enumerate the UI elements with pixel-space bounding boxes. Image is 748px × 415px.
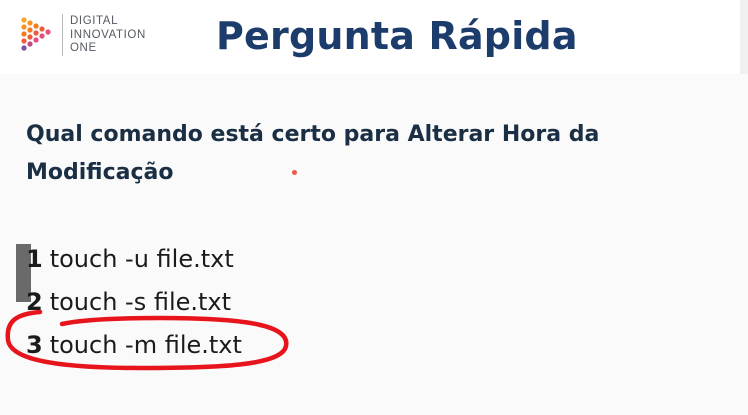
logo-dots-icon xyxy=(21,17,51,51)
option-text: touch -u file.txt xyxy=(49,245,234,273)
laser-pointer-dot xyxy=(292,170,297,175)
question-text: Qual comando está certo para Alterar Hor… xyxy=(26,122,600,185)
option-text: touch -m file.txt xyxy=(49,331,242,359)
option-number: 1 xyxy=(26,245,43,273)
answer-option-1: 1 touch -u file.txt xyxy=(26,238,242,281)
logo-divider xyxy=(62,14,63,56)
answer-options: 1 touch -u file.txt 2 touch -s file.txt 3t… xyxy=(26,238,242,367)
slide: DIGITAL INNOVATION ONE Pergunta Rápida Q… xyxy=(0,0,748,415)
slide-title: Pergunta Rápida xyxy=(216,14,578,58)
option-number: 3 xyxy=(26,331,43,359)
option-text: touch -s file.txt xyxy=(49,288,232,316)
answer-option-3: 3 touch -m file.txt xyxy=(26,324,242,367)
answer-option-2: 2 touch -s file.txt xyxy=(26,281,242,324)
option-number: 2 xyxy=(26,288,43,316)
logo-wordmark: DIGITAL INNOVATION ONE xyxy=(70,15,146,56)
slide-header: DIGITAL INNOVATION ONE Pergunta Rápida xyxy=(0,0,748,74)
logo-line-3: ONE xyxy=(70,42,97,54)
logo-line-1: DIGITAL xyxy=(70,15,119,27)
logo-line-2: INNOVATION xyxy=(70,28,146,41)
digital-innovation-one-logo: DIGITAL INNOVATION ONE xyxy=(20,14,160,64)
header-edge xyxy=(740,0,748,74)
